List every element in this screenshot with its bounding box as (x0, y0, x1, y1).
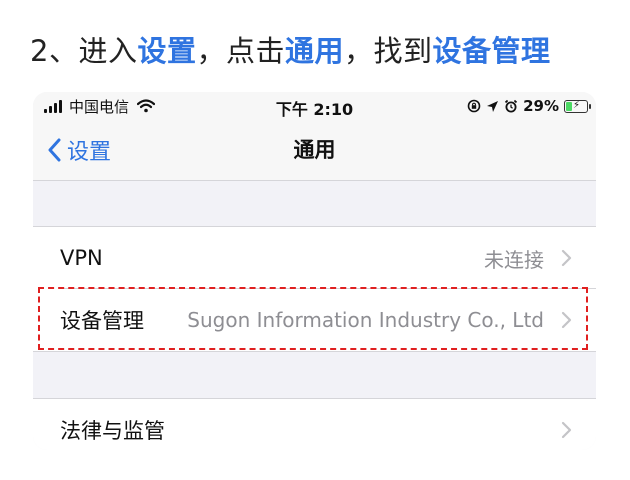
status-right: 29% ⚡ (467, 96, 591, 116)
location-icon (487, 100, 499, 112)
instruction-separator-1: ，点击 (196, 34, 285, 68)
rotation-lock-icon (467, 99, 481, 113)
row-value-device-management: Sugon Information Industry Co., Ltd (187, 308, 544, 332)
row-label-device-management: 设备管理 (60, 309, 144, 333)
row-label-legal-regulatory: 法律与监管 (60, 419, 165, 443)
chevron-right-icon (561, 311, 572, 329)
battery-icon: ⚡ (564, 99, 591, 113)
instruction-highlight-settings: 设置 (137, 34, 197, 68)
instruction-prefix: 2、进入 (30, 34, 138, 68)
row-value-vpn: 未连接 (484, 247, 544, 272)
instruction-heading: 2、进入设置，点击通用，找到设备管理 (30, 26, 551, 76)
battery-percent: 29% (523, 97, 559, 115)
settings-group-1: VPN 未连接 设备管理 Sugon Information Industry … (33, 226, 596, 352)
row-legal-regulatory[interactable]: 法律与监管 (33, 399, 596, 450)
page: 2、进入设置，点击通用，找到设备管理 中国电信 下午 2:10 29% ⚡ 设置… (0, 0, 630, 480)
battery-cap (589, 103, 591, 109)
instruction-highlight-general: 通用 (284, 34, 344, 68)
status-bar: 中国电信 下午 2:10 29% ⚡ (33, 92, 596, 120)
row-vpn[interactable]: VPN 未连接 (33, 227, 596, 289)
chevron-right-icon (561, 249, 572, 267)
chevron-right-icon (561, 421, 572, 439)
navigation-bar: 设置 通用 (33, 120, 596, 181)
nav-title: 通用 (293, 138, 336, 162)
row-device-management[interactable]: 设备管理 Sugon Information Industry Co., Ltd (33, 289, 596, 351)
row-label-vpn: VPN (60, 246, 103, 270)
alarm-icon (504, 99, 518, 113)
instruction-separator-2: ，找到 (344, 34, 433, 68)
phone-screen: 中国电信 下午 2:10 29% ⚡ 设置 通用 VPN 未连接 设备管理 Su… (33, 92, 596, 450)
settings-group-2: 法律与监管 (33, 398, 596, 450)
instruction-highlight-device-management: 设备管理 (432, 34, 551, 68)
battery-fill (566, 101, 572, 111)
charging-bolt-icon: ⚡ (573, 99, 581, 111)
